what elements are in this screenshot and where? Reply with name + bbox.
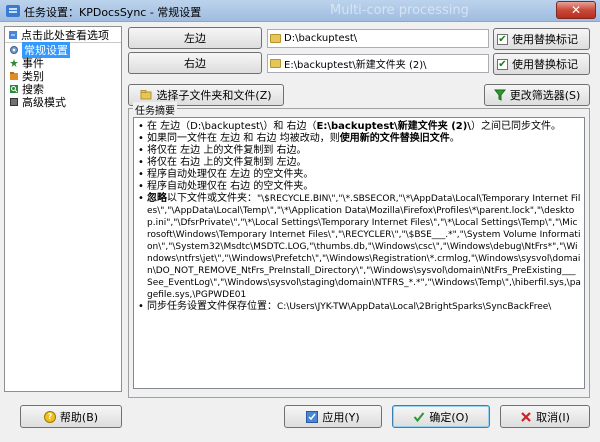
- select-subfolders-label: 选择子文件夹和文件(Z): [156, 89, 272, 102]
- help-label: 帮助(B): [59, 410, 99, 424]
- summary-line-conflict: 如果同一文件在 左边 和 右边 均被改动，则使用新的文件替换旧文件。: [137, 133, 581, 145]
- click-hand-icon: [9, 30, 17, 39]
- cancel-label: 取消(I): [536, 410, 570, 424]
- task-summary-title: 任务摘要: [133, 102, 177, 117]
- sidebar-header-label: 点击此处查看选项: [21, 28, 109, 42]
- options-sidebar: 点击此处查看选项 常规设置 事件 类别 搜索 高级模式: [4, 26, 122, 392]
- summary-line-empty-right: 程序自动处理仅在 右边 的空文件夹。: [137, 181, 581, 193]
- change-filters-label: 更改筛选器(S): [509, 89, 581, 102]
- right-button[interactable]: 右边: [128, 52, 262, 74]
- gear-icon: [10, 45, 18, 54]
- left-button-label: 左边: [184, 32, 206, 45]
- advanced-icon: [10, 97, 18, 106]
- left-alt-marker-toggle[interactable]: ✔ 使用替换标记: [493, 28, 590, 50]
- left-alt-marker-label: 使用替换标记: [512, 33, 578, 46]
- sidebar-item-advanced[interactable]: 高级模式: [5, 95, 121, 109]
- summary-line-copy-right: 将仅在 右边 上的文件复制到 左边。: [137, 157, 581, 169]
- summary-line-save-location: 同步任务设置文件保存位置：C:\Users\JYK-TW\AppData\Loc…: [137, 301, 581, 313]
- left-path-value: D:\backuptest\: [284, 33, 358, 44]
- window-title: 任务设置：KPDocsSync - 常规设置: [24, 6, 202, 19]
- apply-icon: [306, 410, 319, 423]
- sidebar-item-label: 高级模式: [22, 95, 66, 109]
- right-button-label: 右边: [184, 57, 206, 70]
- help-icon: ?: [43, 410, 56, 423]
- change-filters-button[interactable]: 更改筛选器(S): [484, 84, 590, 106]
- checkbox-icon: ✔: [497, 58, 508, 70]
- close-button[interactable]: ✕: [556, 1, 596, 19]
- right-alt-marker-toggle[interactable]: ✔ 使用替换标记: [493, 53, 590, 75]
- summary-line-sync: 在 左边（D:\backuptest\）和 右边（E:\backuptest\新…: [137, 121, 581, 133]
- ok-button[interactable]: 确定(O): [392, 405, 490, 428]
- cancel-icon: [521, 411, 531, 422]
- search-icon: [10, 84, 18, 93]
- folder-icon: [270, 59, 281, 68]
- folder-icon: [270, 34, 281, 43]
- right-path-field[interactable]: E:\backuptest\新建文件夹 (2)\: [267, 54, 489, 73]
- apply-button[interactable]: 应用(Y): [284, 405, 382, 428]
- title-bar: 任务设置：KPDocsSync - 常规设置 Multi-core proces…: [0, 0, 600, 22]
- apply-label: 应用(Y): [322, 410, 360, 424]
- help-button[interactable]: ? 帮助(B): [20, 405, 122, 428]
- summary-line-ignore: 忽略以下文件或文件夹："\$RECYCLE.BIN\","\*.SBSECOR,…: [137, 193, 581, 301]
- left-path-field[interactable]: D:\backuptest\: [267, 29, 489, 48]
- filter-icon: [493, 89, 506, 101]
- left-button[interactable]: 左边: [128, 27, 262, 49]
- category-icon: [10, 71, 18, 80]
- summary-line-empty-left: 程序自动处理仅在 左边 的空文件夹。: [137, 169, 581, 181]
- task-summary-text[interactable]: 在 左边（D:\backuptest\）和 右边（E:\backuptest\新…: [133, 117, 585, 389]
- tree-folder-icon: [140, 90, 152, 100]
- cancel-button[interactable]: 取消(I): [500, 405, 590, 428]
- right-alt-marker-label: 使用替换标记: [512, 58, 578, 71]
- summary-line-copy-left: 将仅在 左边 上的文件复制到 右边。: [137, 145, 581, 157]
- dialog-window: 任务设置：KPDocsSync - 常规设置 Multi-core proces…: [0, 0, 600, 442]
- background-window-title: Multi-core processing: [330, 3, 469, 18]
- app-icon: [6, 5, 20, 17]
- event-icon: [10, 58, 18, 67]
- ok-label: 确定(O): [429, 410, 469, 424]
- right-path-value: E:\backuptest\新建文件夹 (2)\: [284, 60, 427, 71]
- task-summary-group: 任务摘要 在 左边（D:\backuptest\）和 右边（E:\backupt…: [128, 102, 590, 398]
- checkbox-icon: ✔: [497, 33, 508, 45]
- check-icon: [414, 411, 425, 422]
